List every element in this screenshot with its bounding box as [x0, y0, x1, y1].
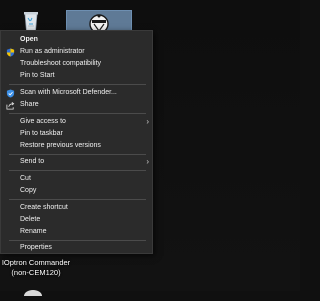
menu-item-properties[interactable]: Properties [1, 242, 154, 254]
menu-separator [9, 199, 146, 200]
menu-item-label: Run as administrator [20, 48, 85, 55]
menu-item-restore-previous-versions[interactable]: Restore previous versions [1, 140, 154, 152]
menu-separator [9, 113, 146, 114]
menu-item-share[interactable]: Share [1, 99, 154, 111]
menu-item-label: Cut [20, 175, 31, 182]
desktop-icon-label-line1: IOptron Commander [1, 258, 71, 267]
menu-item-pin-to-start[interactable]: Pin to Start [1, 70, 154, 82]
menu-item-label: Pin to taskbar [20, 130, 63, 137]
desktop-icon-label[interactable]: IOptron Commander (non-CEM120) [0, 258, 72, 278]
menu-item-scan-with-defender[interactable]: Scan with Microsoft Defender... [1, 87, 154, 99]
desktop: Open Run as administrator Troubleshoot c… [0, 0, 300, 301]
context-menu: Open Run as administrator Troubleshoot c… [0, 30, 153, 254]
menu-separator [9, 154, 146, 155]
share-icon [6, 101, 15, 110]
desktop-icon-label-line2: (non-CEM120) [11, 268, 61, 277]
menu-item-run-as-administrator[interactable]: Run as administrator [1, 46, 154, 58]
menu-item-label: Share [20, 101, 39, 108]
menu-item-troubleshoot-compatibility[interactable]: Troubleshoot compatibility [1, 58, 154, 70]
menu-separator [9, 240, 146, 241]
menu-item-label: Delete [20, 216, 41, 223]
menu-item-label: Rename [20, 228, 47, 235]
menu-item-label: Troubleshoot compatibility [20, 60, 102, 67]
menu-item-label: Scan with Microsoft Defender... [20, 89, 117, 96]
menu-item-send-to[interactable]: Send to › [1, 156, 154, 168]
chevron-right-icon: › [146, 157, 149, 166]
menu-item-label: Open [20, 36, 38, 43]
menu-item-label: Give access to [20, 118, 66, 125]
menu-item-label: Properties [20, 244, 52, 251]
menu-item-label: Create shortcut [20, 204, 68, 211]
menu-item-cut[interactable]: Cut [1, 173, 154, 185]
uac-shield-icon [6, 48, 15, 57]
menu-item-create-shortcut[interactable]: Create shortcut [1, 202, 154, 214]
menu-item-label: Restore previous versions [20, 142, 101, 149]
menu-item-give-access-to[interactable]: Give access to › [1, 116, 154, 128]
desktop-app-icon[interactable] [22, 283, 44, 301]
menu-item-label: Pin to Start [20, 72, 55, 79]
defender-shield-icon [6, 89, 15, 98]
menu-item-pin-to-taskbar[interactable]: Pin to taskbar [1, 128, 154, 140]
menu-separator [9, 84, 146, 85]
menu-item-label: Send to [20, 158, 45, 165]
menu-item-delete[interactable]: Delete [1, 214, 154, 226]
menu-separator [9, 170, 146, 171]
chevron-right-icon: › [146, 117, 149, 126]
menu-item-copy[interactable]: Copy [1, 185, 154, 197]
menu-item-rename[interactable]: Rename [1, 226, 154, 238]
menu-item-open[interactable]: Open [1, 34, 154, 46]
menu-item-label: Copy [20, 187, 37, 194]
